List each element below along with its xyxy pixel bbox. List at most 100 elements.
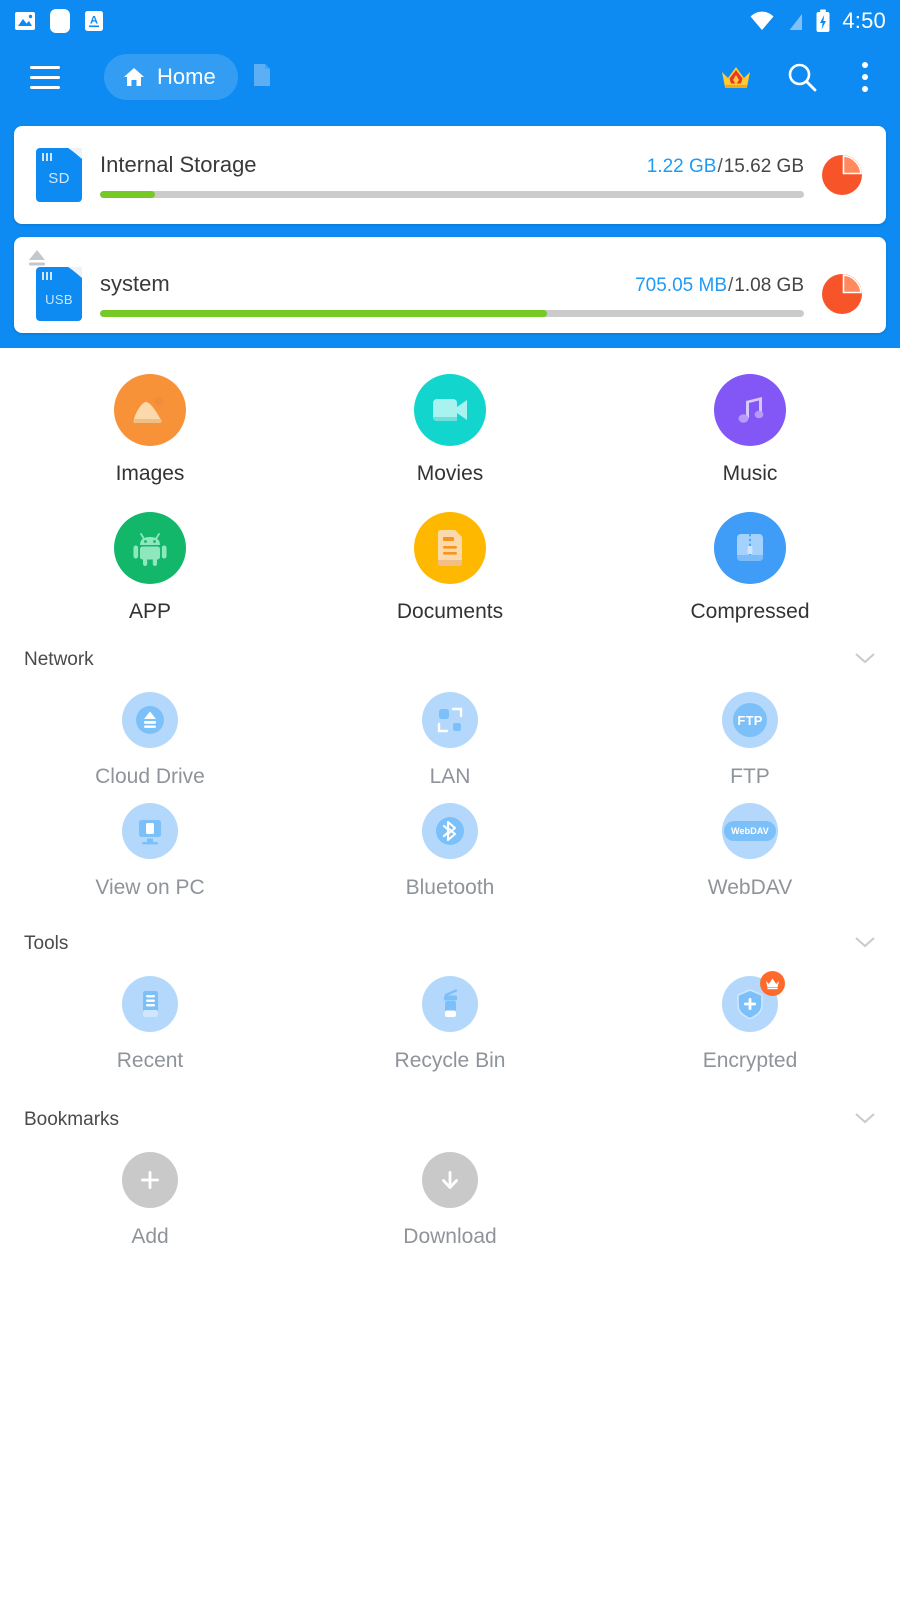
storage-card-list: SD Internal Storage 1.22 GB/15.62 GB USB… (14, 126, 886, 346)
bookmarks-grid-spacer (600, 1142, 900, 1253)
category-label: APP (128, 600, 172, 623)
storage-card-system[interactable]: USB system 705.05 MB/1.08 GB (14, 237, 886, 333)
network-item-view-on-pc[interactable]: View on PC (0, 793, 300, 904)
bookmarks-grid: Add Download (0, 1142, 900, 1253)
section-title: Tools (24, 933, 69, 954)
lan-icon (422, 692, 478, 748)
search-icon[interactable] (786, 61, 818, 93)
image-notification-icon (15, 12, 35, 30)
view-on-pc-icon (122, 803, 178, 859)
storage-card-body: system 705.05 MB/1.08 GB (100, 271, 804, 317)
bookmarks-item-download[interactable]: Download (300, 1142, 600, 1253)
category-item-app[interactable]: APP (0, 498, 300, 636)
chevron-down-icon[interactable] (854, 935, 876, 954)
storage-title: system (100, 271, 170, 296)
tools-item-recent[interactable]: Recent (0, 966, 300, 1077)
storage-separator: / (728, 275, 734, 296)
category-label: Movies (416, 462, 484, 485)
cloud-drive-icon (122, 692, 178, 748)
breadcrumb-item-home[interactable]: Home (104, 54, 238, 100)
network-label: View on PC (95, 876, 205, 899)
network-label: LAN (429, 765, 471, 788)
storage-size: 705.05 MB/1.08 GB (635, 275, 804, 297)
section-header[interactable]: Tools (0, 922, 900, 966)
storage-separator: / (717, 156, 723, 177)
category-item-compressed[interactable]: Compressed (600, 498, 900, 636)
category-label: Documents (396, 600, 504, 623)
hamburger-menu-icon[interactable] (22, 54, 68, 100)
crown-icon[interactable] (720, 63, 752, 91)
tools-item-encrypted[interactable]: Encrypted (600, 966, 900, 1077)
more-vertical-icon[interactable] (852, 57, 878, 97)
storage-card-internal[interactable]: SD Internal Storage 1.22 GB/15.62 GB (14, 126, 886, 224)
music-note-icon (714, 374, 786, 446)
network-grid: Cloud Drive LAN FTP FTP View on PC Bluet… (0, 682, 900, 904)
sd-card-icon: SD (36, 148, 82, 202)
rounded-square-notification-icon (50, 9, 70, 33)
network-item-ftp[interactable]: FTP FTP (600, 682, 900, 793)
network-label: WebDAV (707, 876, 793, 899)
storage-used: 1.22 GB (646, 156, 717, 177)
category-label: Images (115, 462, 185, 485)
storage-progress-bar (100, 191, 804, 198)
tools-label: Encrypted (702, 1049, 798, 1072)
pie-chart-icon[interactable] (820, 272, 864, 316)
category-item-movies[interactable]: Movies (300, 360, 600, 498)
storage-total: 15.62 GB (723, 156, 804, 177)
chevron-down-icon[interactable] (854, 1111, 876, 1130)
svg-text:A: A (90, 15, 98, 27)
signal-off-icon (787, 11, 804, 31)
file-manager-home-screen: A 4:50 Home SD Internal Storage 1.22 GB/… (0, 0, 900, 1600)
toolbar-actions (720, 57, 878, 97)
bluetooth-icon (422, 803, 478, 859)
network-label: FTP (730, 765, 770, 788)
tools-grid: Recent Recycle Bin Encrypted (0, 966, 900, 1077)
bookmarks-item-add[interactable]: Add (0, 1142, 300, 1253)
usb-storage-icon-label: USB (45, 292, 73, 307)
network-item-webdav[interactable]: WebDAV WebDAV (600, 793, 900, 904)
storage-progress-bar (100, 310, 804, 317)
category-item-images[interactable]: Images (0, 360, 300, 498)
category-item-documents[interactable]: Documents (300, 498, 600, 636)
crown-badge-icon (760, 971, 785, 996)
tools-item-recycle-bin[interactable]: Recycle Bin (300, 966, 600, 1077)
sd-card-icon-label: SD (48, 170, 70, 187)
status-bar: A 4:50 (0, 0, 900, 42)
download-arrow-icon (422, 1152, 478, 1208)
network-item-lan[interactable]: LAN (300, 682, 600, 793)
section-header[interactable]: Bookmarks (0, 1098, 900, 1142)
status-clock: 4:50 (842, 8, 886, 33)
recycle-bin-icon (422, 976, 478, 1032)
webdav-icon-label: WebDAV (731, 826, 769, 836)
section-header[interactable]: Network (0, 638, 900, 682)
pie-chart-icon[interactable] (820, 153, 864, 197)
category-label: Compressed (690, 600, 810, 623)
plus-icon (122, 1152, 178, 1208)
breadcrumb-home-label: Home (157, 64, 216, 89)
network-item-bluetooth[interactable]: Bluetooth (300, 793, 600, 904)
app-toolbar: Home (0, 42, 900, 112)
wifi-icon (750, 11, 774, 30)
storage-total: 1.08 GB (734, 275, 804, 296)
section-bookmarks: Bookmarks Add Download (0, 1098, 900, 1253)
category-item-music[interactable]: Music (600, 360, 900, 498)
section-network: Network Cloud Drive LAN FTP FTP View on … (0, 638, 900, 904)
section-title: Network (24, 649, 94, 670)
storage-used: 705.05 MB (635, 275, 727, 296)
storage-card-body: Internal Storage 1.22 GB/15.62 GB (100, 152, 804, 198)
recent-icon (122, 976, 178, 1032)
chevron-down-icon[interactable] (854, 651, 876, 670)
webdav-icon: WebDAV (722, 803, 778, 859)
document-icon (414, 512, 486, 584)
storage-title: Internal Storage (100, 152, 257, 177)
document-icon[interactable] (252, 63, 272, 92)
status-system-icons: 4:50 (749, 8, 886, 34)
tools-label: Recycle Bin (394, 1049, 506, 1072)
image-icon (114, 374, 186, 446)
status-notification-icons: A (14, 8, 104, 34)
ftp-icon-label: FTP (737, 712, 763, 728)
android-icon (114, 512, 186, 584)
usb-storage-icon: USB (36, 267, 82, 321)
network-item-cloud-drive[interactable]: Cloud Drive (0, 682, 300, 793)
category-label: Music (722, 462, 778, 485)
